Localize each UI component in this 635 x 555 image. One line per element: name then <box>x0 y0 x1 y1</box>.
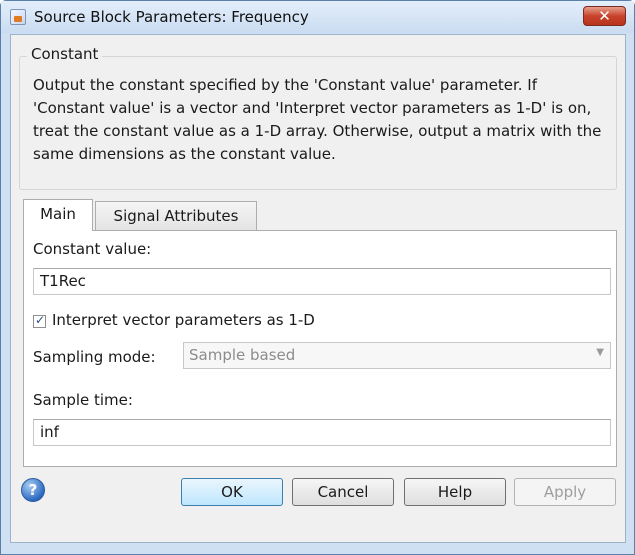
help-button[interactable]: Help <box>404 478 506 506</box>
constant-value-label: Constant value: <box>33 240 152 258</box>
ok-button[interactable]: OK <box>181 478 283 506</box>
title-bar[interactable]: Source Block Parameters: Frequency ✕ <box>1 1 634 33</box>
main-tab-panel: Constant value: T1Rec ✓ Interpret vector… <box>23 230 617 467</box>
help-icon[interactable]: ? <box>21 478 45 502</box>
interpret-vector-label[interactable]: Interpret vector parameters as 1-D <box>52 311 315 329</box>
close-icon: ✕ <box>598 7 611 25</box>
tab-main[interactable]: Main <box>23 199 93 231</box>
apply-button[interactable]: Apply <box>514 478 616 506</box>
dialog-content: Output the constant specified by the 'Co… <box>10 34 626 543</box>
block-description: Output the constant specified by the 'Co… <box>33 76 602 163</box>
simulink-block-icon <box>10 9 26 25</box>
close-button[interactable]: ✕ <box>583 6 626 26</box>
sampling-mode-value: Sample based <box>189 346 296 364</box>
window-title: Source Block Parameters: Frequency <box>34 8 309 26</box>
sample-time-input[interactable]: inf <box>33 419 611 446</box>
interpret-vector-checkbox[interactable]: ✓ <box>33 313 46 328</box>
sampling-mode-label: Sampling mode: <box>33 348 156 366</box>
check-icon: ✓ <box>35 313 46 327</box>
description-group: Output the constant specified by the 'Co… <box>19 56 617 190</box>
dialog-window: Source Block Parameters: Frequency ✕ Out… <box>0 0 635 555</box>
sample-time-label: Sample time: <box>33 391 133 409</box>
sampling-mode-select[interactable]: Sample based ▼ <box>183 342 611 369</box>
tab-signal-attributes[interactable]: Signal Attributes <box>95 201 257 231</box>
cancel-button[interactable]: Cancel <box>292 478 394 506</box>
constant-value-input[interactable]: T1Rec <box>33 268 611 295</box>
chevron-down-icon: ▼ <box>596 347 604 358</box>
group-title: Constant <box>27 45 103 63</box>
